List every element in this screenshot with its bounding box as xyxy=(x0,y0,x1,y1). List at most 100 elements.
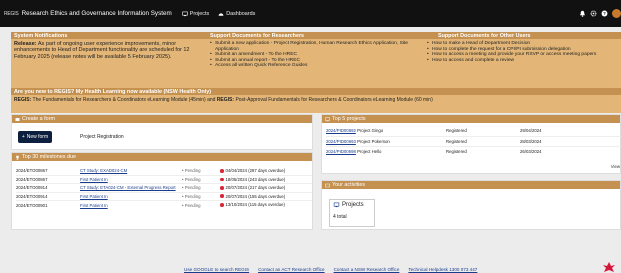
project-date: 28/03/2024 xyxy=(520,135,621,146)
project-status: Registered xyxy=(446,135,520,146)
module-1[interactable]: The Fundamentals for Researchers & Coord… xyxy=(33,97,216,103)
project-status: Registered xyxy=(446,128,467,134)
top-projects-table: 2024/PID00692 Project Gingo Registered 29/… xyxy=(326,126,621,156)
milestone-id: 2024/ETO00901 xyxy=(16,200,80,209)
new-form-label: New form xyxy=(26,134,49,140)
help-icon[interactable]: ? xyxy=(601,10,608,17)
svg-text:?: ? xyxy=(603,11,606,16)
nav-dashboards[interactable]: Dashboards xyxy=(218,11,255,17)
bell-icon[interactable] xyxy=(579,10,586,17)
milestone-row: 2024/ETO00914 First Patient In • Pending 20… xyxy=(16,191,312,201)
notifications-banner: System Notifications Support Documents f… xyxy=(11,32,621,113)
overdue-dot xyxy=(220,186,224,190)
milestone-status: • Pending xyxy=(182,183,220,193)
user-avatar[interactable] xyxy=(612,9,621,18)
researcher-docs-list: Submit a new application - Project Regis… xyxy=(207,39,424,88)
milestones-title: Top 30 milestones due xyxy=(22,154,76,160)
create-form-title: Create a form xyxy=(22,116,55,122)
milestone-due: 20/07/2024 (217 days overdue) xyxy=(220,183,312,193)
activity-card-label: Projects xyxy=(342,202,364,208)
form-type-label: Project Registration xyxy=(80,134,124,140)
app-title: Research Ethics and Governance Informati… xyxy=(21,10,172,17)
milestone-status: • Pending xyxy=(182,168,201,174)
project-status: Registered xyxy=(446,145,520,156)
overdue-dot xyxy=(220,169,224,173)
doc-link[interactable]: Submit a new application - Project Regis… xyxy=(210,41,421,52)
footer-link[interactable]: Use GOOGLE to search REGIS xyxy=(184,267,249,272)
dashboard-icon xyxy=(218,12,224,16)
create-form-panel: Create a form + New form Project Registr… xyxy=(11,114,313,150)
activity-card-title: Projects xyxy=(333,202,371,208)
release-label: Release: xyxy=(14,41,37,47)
monitor-icon xyxy=(182,11,188,16)
top-navbar: REGIS Research Ethics and Governance Inf… xyxy=(0,0,621,27)
activity-total: 4 total xyxy=(333,214,347,220)
activities-title: Your activities xyxy=(332,182,366,188)
project-link[interactable]: 2024/PID00692 Project Gingo xyxy=(326,126,446,136)
milestone-link[interactable]: First Patient In xyxy=(80,200,182,209)
regis-logo: REGIS xyxy=(4,10,19,17)
doc-link[interactable]: Access all written Quick Reference Guide… xyxy=(210,63,421,69)
footer-links: Use GOOGLE to search REGIS Contact an AC… xyxy=(184,267,477,272)
milestones-header: Top 30 milestones due xyxy=(12,153,312,161)
doc-link[interactable]: How to access and complete a review xyxy=(427,58,618,64)
release-notice: Release: As part of ongoing user experie… xyxy=(11,39,207,88)
gear-icon[interactable] xyxy=(590,10,597,17)
overdue-dot xyxy=(220,203,224,207)
create-form-header: Create a form xyxy=(12,115,312,123)
main-nav: Projects Dashboards xyxy=(182,11,255,17)
monitor-icon xyxy=(325,117,330,121)
activities-header: Your activities xyxy=(322,181,620,189)
project-row[interactable]: 2024/PID00693 Project Pokemon Registered 2… xyxy=(326,135,621,146)
learning-modules: REGIS: The Fundamentals for Researchers … xyxy=(11,95,621,105)
list-icon xyxy=(325,183,330,187)
project-row[interactable]: 2024/PID00698 Project Hello Registered 26/… xyxy=(326,145,621,156)
brand[interactable]: REGIS Research Ethics and Governance Inf… xyxy=(0,10,172,17)
module-2[interactable]: Post-Approval Fundamentals for Researche… xyxy=(235,97,432,103)
learning-heading: Are you new to REGIS? My Health Learning… xyxy=(11,88,621,95)
nav-dashboards-label: Dashboards xyxy=(226,10,256,17)
milestone-id: 2024/ETO00914 xyxy=(16,191,80,201)
project-date: 26/03/2024 xyxy=(520,145,621,156)
view-all-link[interactable]: View xyxy=(611,164,620,169)
milestone-link[interactable]: First Patient In xyxy=(80,191,182,201)
researcher-docs-heading: Support Documents for Researchers xyxy=(210,32,305,39)
milestone-link[interactable]: First Patient In xyxy=(80,174,182,184)
nsw-government-logo xyxy=(603,262,615,272)
milestone-id: 2024/ETO00867 xyxy=(16,168,48,174)
milestone-status: • Pending xyxy=(182,174,220,184)
top-projects-panel: Top 5 projects 2024/PID00692 Project Gin… xyxy=(321,114,621,174)
top-projects-header: Top 5 projects xyxy=(322,115,620,123)
milestone-status: • Pending xyxy=(182,191,220,201)
nav-projects[interactable]: Projects xyxy=(182,11,209,17)
footer-link[interactable]: Technical Helpdesk 1300 073 447 xyxy=(408,267,477,272)
projects-activity-card[interactable]: Projects 4 total xyxy=(329,199,375,227)
project-link[interactable]: 2024/PID00698 Project Hello xyxy=(326,145,446,156)
project-row[interactable]: 2024/PID00692 Project Gingo Registered 29/… xyxy=(326,126,621,136)
banner-body: Release: As part of ongoing user experie… xyxy=(11,39,621,88)
milestone-id: 2024/ETO00914 xyxy=(16,183,80,193)
milestone-link[interactable]: CT Study: ETA024-CM - External Progress … xyxy=(80,183,182,193)
banner-header-row: System Notifications Support Documents f… xyxy=(11,32,621,39)
footer-link[interactable]: Contact an ACT Research Office xyxy=(258,267,324,272)
milestone-row: 2024/ETO00867 CT Study: EXAD024-CM • Pendi… xyxy=(16,167,312,175)
milestone-due: 13/10/2024 (115 days overdue) xyxy=(220,200,312,209)
milestone-row: 2024/ETO00867 First Patient In • Pending 18… xyxy=(16,174,312,184)
activities-panel: Your activities Projects 4 total xyxy=(321,180,621,230)
other-docs-heading: Support Documents for Other Users xyxy=(438,32,531,39)
system-notifications-heading: System Notifications xyxy=(14,32,68,39)
top-projects-title: Top 5 projects xyxy=(332,116,366,122)
top-right-icons: ? xyxy=(579,9,621,18)
other-docs-list: How to make a Head of Department Decisio… xyxy=(424,39,621,88)
new-form-button[interactable]: + New form xyxy=(18,131,52,143)
footer-link[interactable]: Contact a NSW Research Office xyxy=(334,267,400,272)
milestone-link[interactable]: CT Study: EXAD024-CM xyxy=(80,167,182,175)
milestone-due: 20/07/2024 (155 days overdue) xyxy=(220,191,312,201)
milestone-due: 04/04/2024 (287 days overdue) xyxy=(220,167,312,175)
project-link[interactable]: 2024/PID00693 Project Pokemon xyxy=(326,135,446,146)
regis-label-1: REGIS: xyxy=(14,97,32,103)
release-text: As part of ongoing user experience impro… xyxy=(14,41,190,60)
trophy-icon xyxy=(16,155,19,159)
plus-icon: + xyxy=(21,134,25,140)
milestone-due: 18/05/2024 (243 days overdue) xyxy=(220,174,312,184)
